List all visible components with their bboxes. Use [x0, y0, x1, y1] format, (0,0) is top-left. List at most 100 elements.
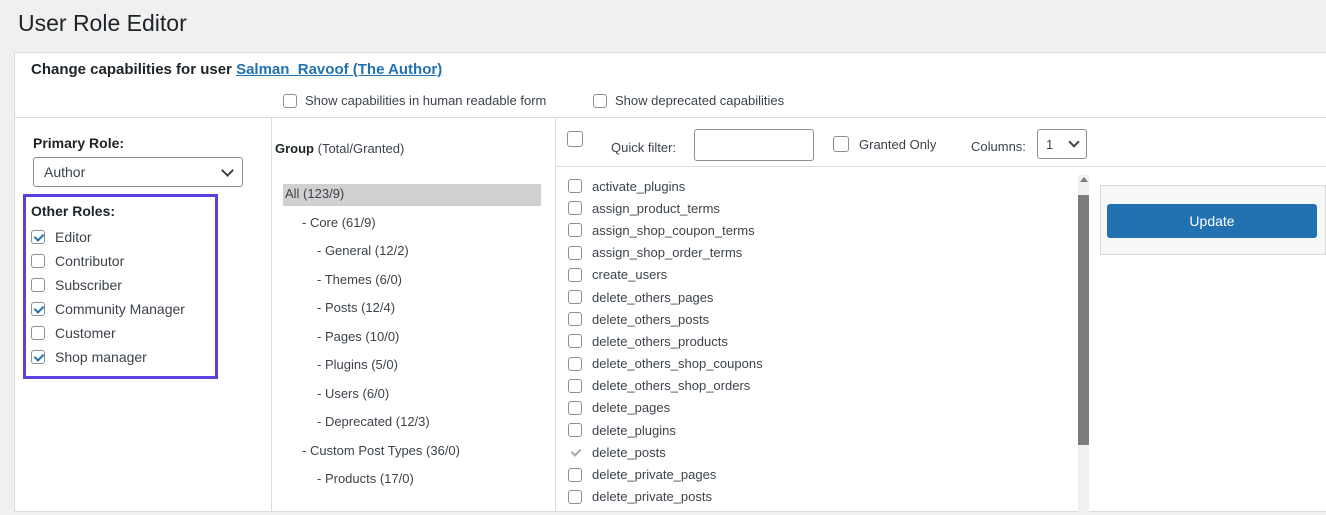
group-item-core[interactable]: - Core (61/9)	[285, 213, 545, 242]
group-item-posts[interactable]: - Posts (12/4)	[285, 298, 545, 327]
group-item-deprecated[interactable]: - Deprecated (12/3)	[285, 412, 545, 441]
option-deprecated[interactable]: Show deprecated capabilities	[593, 93, 784, 108]
capability-label: assign_shop_order_terms	[592, 245, 743, 261]
role-label: Contributor	[55, 253, 125, 269]
capability-label: delete_others_products	[592, 333, 728, 349]
editor-panel: Change capabilities for user Salman_Ravo…	[14, 52, 1326, 515]
role-checkbox[interactable]	[31, 302, 45, 316]
capability-item[interactable]: delete_private_pages	[568, 463, 1078, 485]
granted-only-option[interactable]: Granted Only	[833, 136, 936, 152]
capability-label: delete_others_shop_coupons	[592, 356, 763, 372]
capability-item[interactable]: delete_others_posts	[568, 308, 1078, 330]
capability-checkbox[interactable]	[568, 334, 582, 349]
capability-checkbox[interactable]	[568, 423, 582, 438]
role-label: Customer	[55, 325, 116, 341]
capability-checkbox[interactable]	[568, 489, 582, 504]
role-item-community-manager[interactable]: Community Manager	[31, 297, 215, 321]
role-item-shop-manager[interactable]: Shop manager	[31, 345, 215, 369]
capability-checkbox[interactable]	[568, 400, 582, 415]
capability-checkbox[interactable]	[568, 267, 582, 282]
capability-item[interactable]: assign_shop_order_terms	[568, 242, 1078, 264]
primary-role-select[interactable]: Author	[33, 157, 243, 187]
group-item-general[interactable]: - General (12/2)	[285, 241, 545, 270]
scrollbar-thumb[interactable]	[1078, 195, 1089, 445]
capability-item[interactable]: delete_pages	[568, 397, 1078, 419]
capability-item[interactable]: delete_others_pages	[568, 286, 1078, 308]
capability-item[interactable]: delete_others_shop_orders	[568, 375, 1078, 397]
human-readable-checkbox[interactable]	[283, 93, 297, 108]
option-human-readable[interactable]: Show capabilities in human readable form	[283, 93, 546, 108]
group-item-themes[interactable]: - Themes (6/0)	[285, 270, 545, 299]
options-divider	[15, 117, 1326, 118]
role-item-subscriber[interactable]: Subscriber	[31, 273, 215, 297]
deprecated-checkbox[interactable]	[593, 93, 607, 108]
capability-item[interactable]: assign_shop_coupon_terms	[568, 219, 1078, 241]
update-button[interactable]: Update	[1107, 204, 1317, 238]
other-roles-label: Other Roles:	[31, 203, 116, 219]
columns-value: 1	[1046, 136, 1054, 152]
capability-checkbox[interactable]	[568, 223, 582, 238]
group-item-users[interactable]: - Users (6/0)	[285, 384, 545, 413]
roles-divider	[271, 117, 272, 511]
capability-checkbox[interactable]	[568, 467, 582, 482]
primary-role-label: Primary Role:	[33, 135, 125, 151]
group-header-title: Group	[275, 141, 314, 156]
capability-label: delete_posts	[592, 444, 666, 460]
capability-checkbox[interactable]	[568, 356, 582, 371]
capability-label: assign_product_terms	[592, 200, 720, 216]
scroll-up-arrow-icon[interactable]	[1080, 177, 1088, 182]
other-roles-box: Other Roles: Editor Contributor Subscrib…	[23, 194, 218, 379]
capability-item[interactable]: delete_others_shop_coupons	[568, 353, 1078, 375]
role-checkbox[interactable]	[31, 254, 45, 268]
primary-role-value: Author	[44, 164, 86, 180]
quick-filter-input[interactable]	[694, 129, 814, 161]
granted-only-checkbox[interactable]	[833, 136, 849, 152]
role-checkbox[interactable]	[31, 326, 45, 340]
capability-checkbox[interactable]	[568, 179, 582, 194]
capability-checkbox[interactable]	[568, 378, 582, 393]
capability-item[interactable]: create_users	[568, 264, 1078, 286]
capability-label: assign_shop_coupon_terms	[592, 222, 755, 238]
group-item-plugins[interactable]: - Plugins (5/0)	[285, 355, 545, 384]
groups-divider	[555, 117, 556, 511]
capability-checkbox[interactable]	[568, 290, 582, 305]
capability-item[interactable]: delete_posts	[568, 441, 1078, 463]
capability-label: delete_private_posts	[592, 489, 712, 505]
capability-item[interactable]: delete_plugins	[568, 419, 1078, 441]
role-label: Shop manager	[55, 349, 147, 365]
group-item-products[interactable]: - Products (17/0)	[285, 469, 545, 498]
capability-checkbox[interactable]	[568, 312, 582, 327]
capability-checkbox[interactable]	[568, 245, 582, 260]
quick-filter-label: Quick filter:	[611, 140, 677, 155]
role-checkbox[interactable]	[31, 278, 45, 292]
capability-label: delete_others_posts	[592, 311, 710, 327]
capability-label: delete_private_pages	[592, 467, 717, 483]
capability-checkbox[interactable]	[568, 445, 582, 459]
capability-checkbox[interactable]	[568, 201, 582, 216]
capability-item[interactable]: delete_private_posts	[568, 486, 1078, 508]
capability-item[interactable]: assign_product_terms	[568, 197, 1078, 219]
capability-item[interactable]: activate_plugins	[568, 175, 1078, 197]
role-item-editor[interactable]: Editor	[31, 225, 215, 249]
role-item-customer[interactable]: Customer	[31, 321, 215, 345]
group-item-custom-post-types[interactable]: - Custom Post Types (36/0)	[285, 441, 545, 470]
role-label: Subscriber	[55, 277, 122, 293]
role-checkbox[interactable]	[31, 230, 45, 244]
capability-label: delete_plugins	[592, 422, 676, 438]
chevron-down-icon	[221, 163, 234, 177]
change-capabilities-text: Change capabilities for user	[31, 61, 232, 78]
capability-label: delete_others_pages	[592, 289, 714, 305]
role-item-contributor[interactable]: Contributor	[31, 249, 215, 273]
select-all-checkbox[interactable]	[567, 131, 583, 147]
columns-select[interactable]: 1	[1037, 129, 1087, 159]
capability-item[interactable]: delete_others_products	[568, 330, 1078, 352]
group-item-pages[interactable]: - Pages (10/0)	[285, 327, 545, 356]
role-checkbox[interactable]	[31, 350, 45, 364]
group-item-all[interactable]: All (123/9)	[283, 184, 541, 206]
update-box: Update	[1100, 185, 1326, 255]
user-link[interactable]: Salman_Ravoof (The Author)	[236, 61, 442, 78]
deprecated-label: Show deprecated capabilities	[615, 93, 785, 108]
role-label: Editor	[55, 229, 92, 245]
chevron-down-icon	[1068, 136, 1080, 148]
granted-only-label: Granted Only	[859, 136, 937, 152]
